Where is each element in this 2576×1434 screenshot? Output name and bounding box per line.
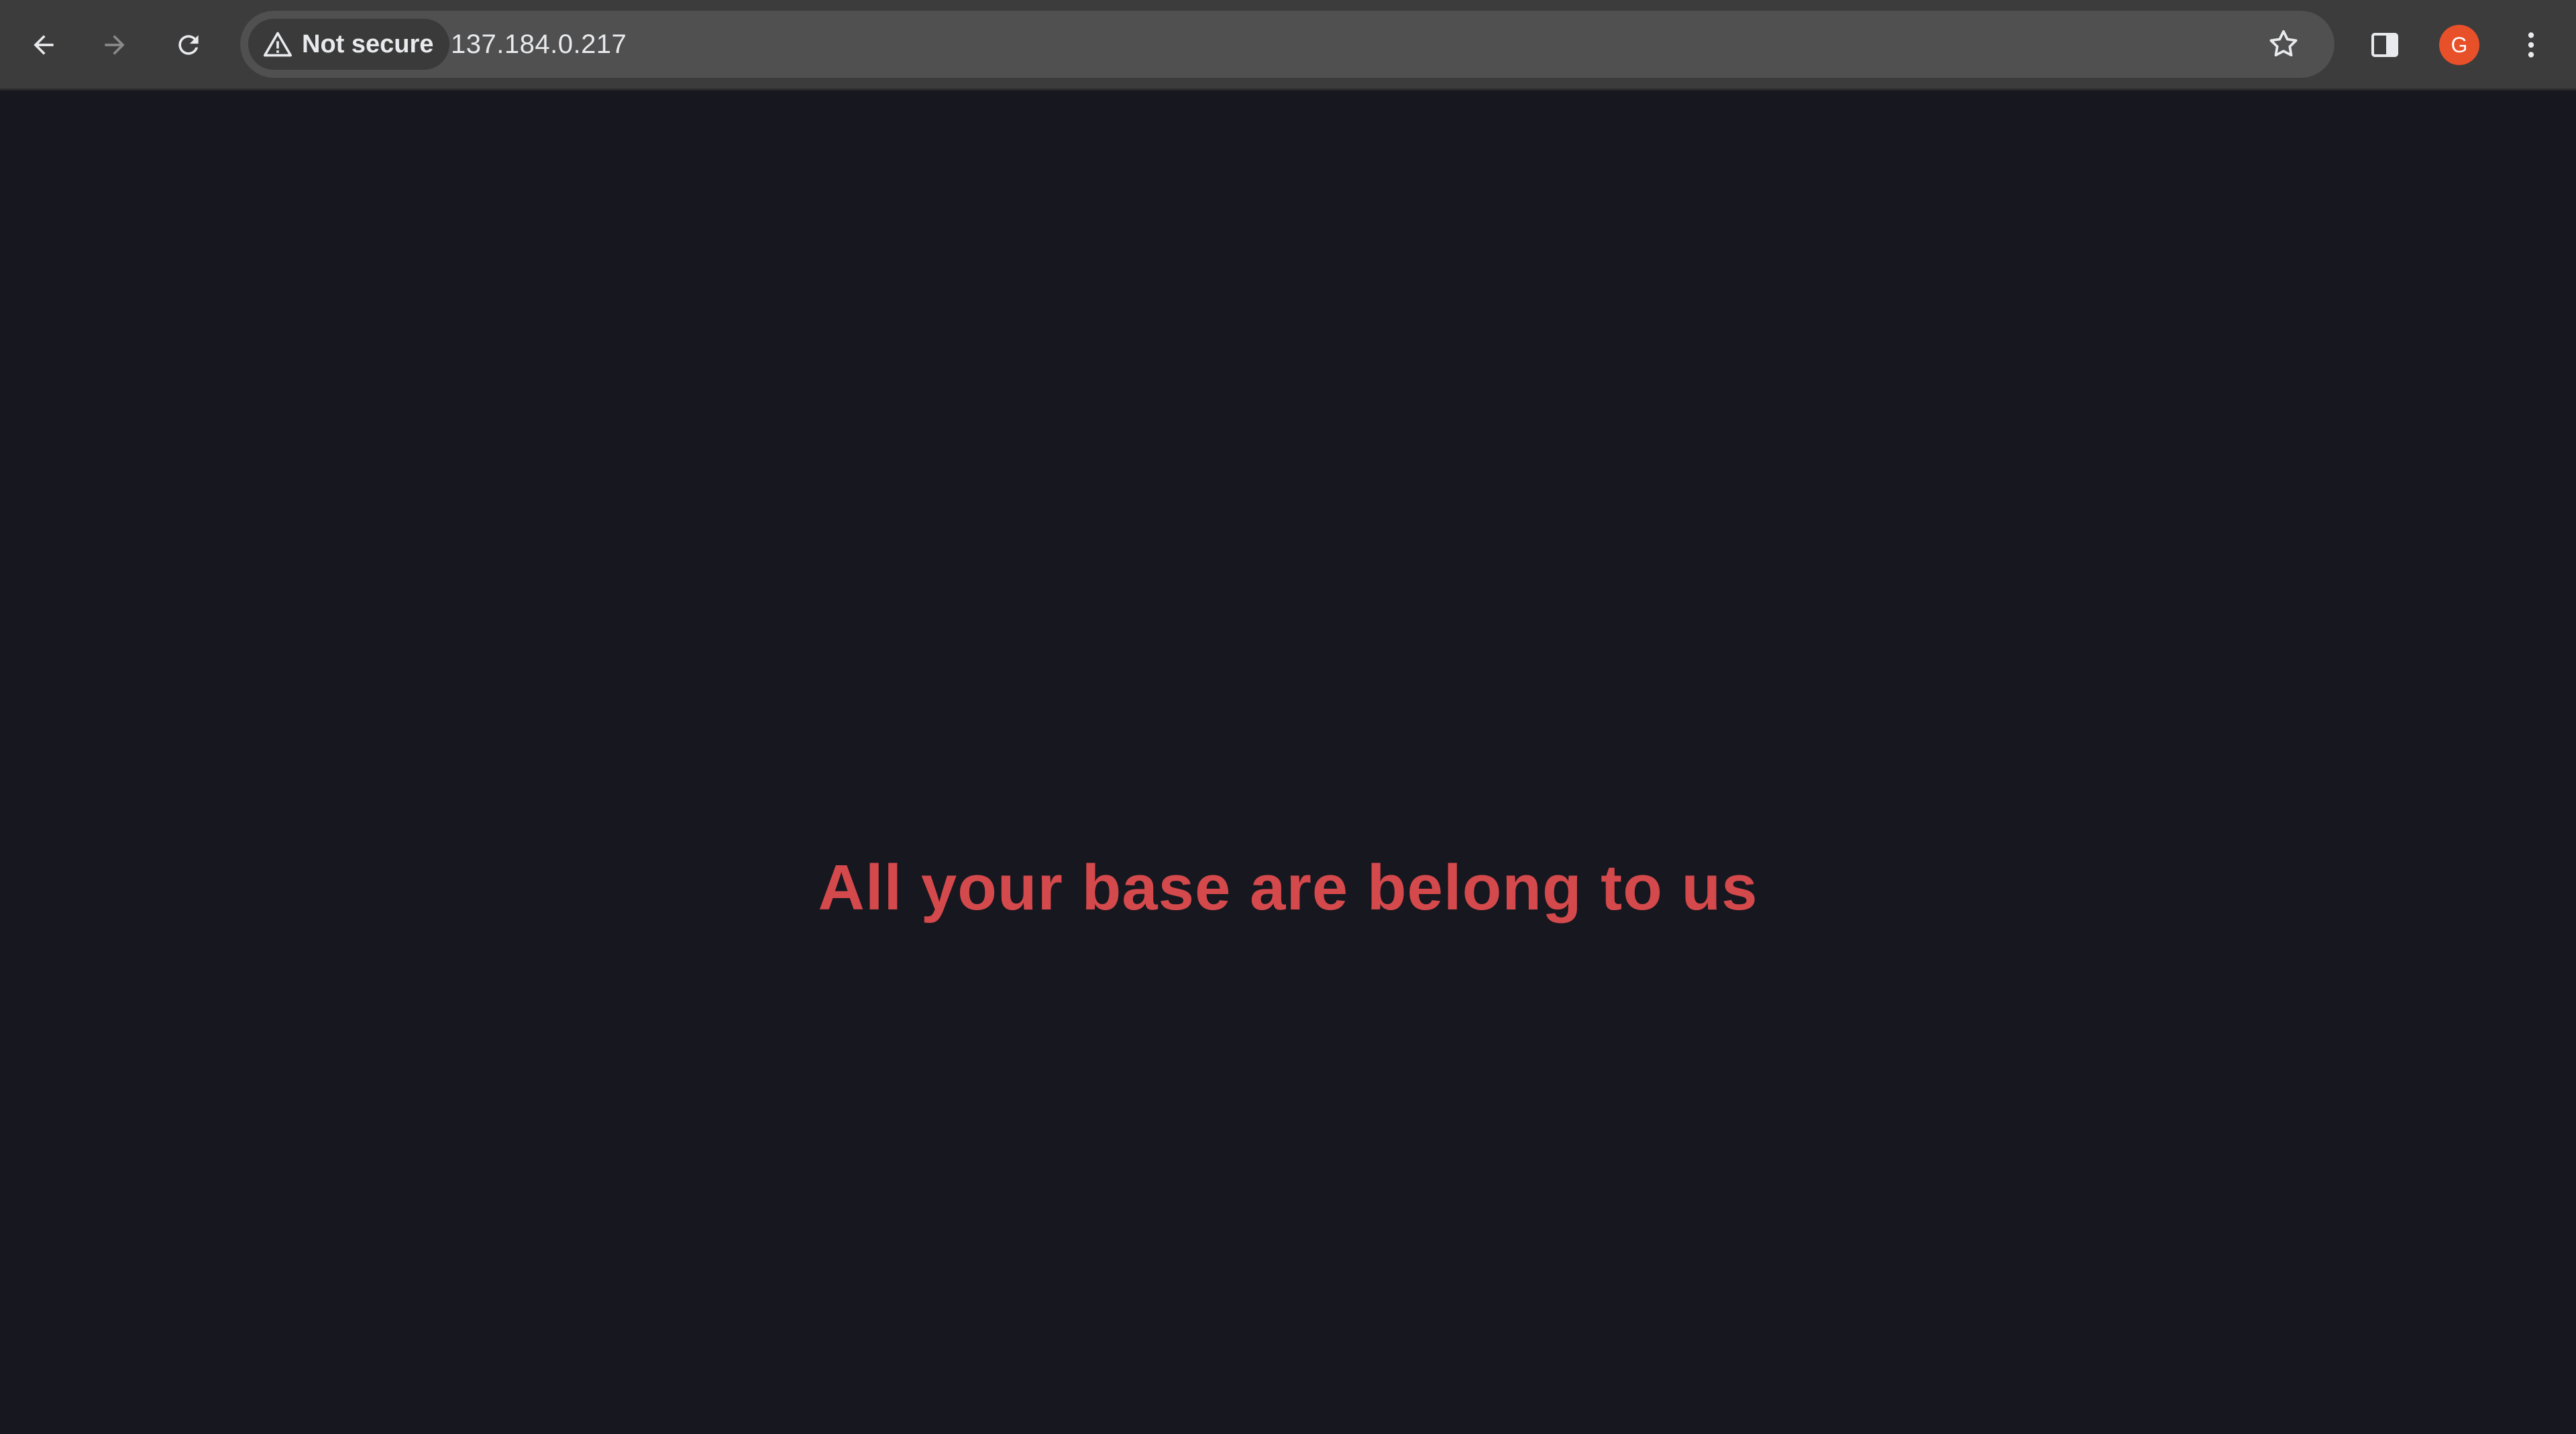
browser-menu-button[interactable] [2509, 23, 2553, 67]
reload-icon [178, 35, 199, 55]
kebab-menu-icon [2528, 32, 2534, 58]
arrow-left-icon [34, 35, 54, 55]
back-button[interactable] [21, 23, 66, 67]
page-content: All your base are belong to us [0, 93, 2576, 1434]
reload-button[interactable] [166, 23, 211, 67]
side-panel-button[interactable] [2363, 23, 2407, 67]
address-bar[interactable]: Not secure 137.184.0.217 [240, 11, 2334, 78]
profile-avatar[interactable]: G [2439, 25, 2479, 65]
warning-triangle-icon [263, 32, 292, 57]
browser-toolbar: Not secure 137.184.0.217 G [0, 0, 2576, 91]
site-security-chip[interactable]: Not secure [248, 19, 450, 70]
side-panel-icon [2371, 33, 2398, 57]
page-headline: All your base are belong to us [818, 852, 1758, 924]
url-text[interactable]: 137.184.0.217 [451, 11, 627, 78]
forward-button[interactable] [93, 23, 137, 67]
bookmark-button[interactable] [2262, 23, 2305, 66]
arrow-right-icon [105, 35, 125, 55]
security-label: Not secure [302, 30, 434, 58]
star-icon [2269, 30, 2298, 57]
